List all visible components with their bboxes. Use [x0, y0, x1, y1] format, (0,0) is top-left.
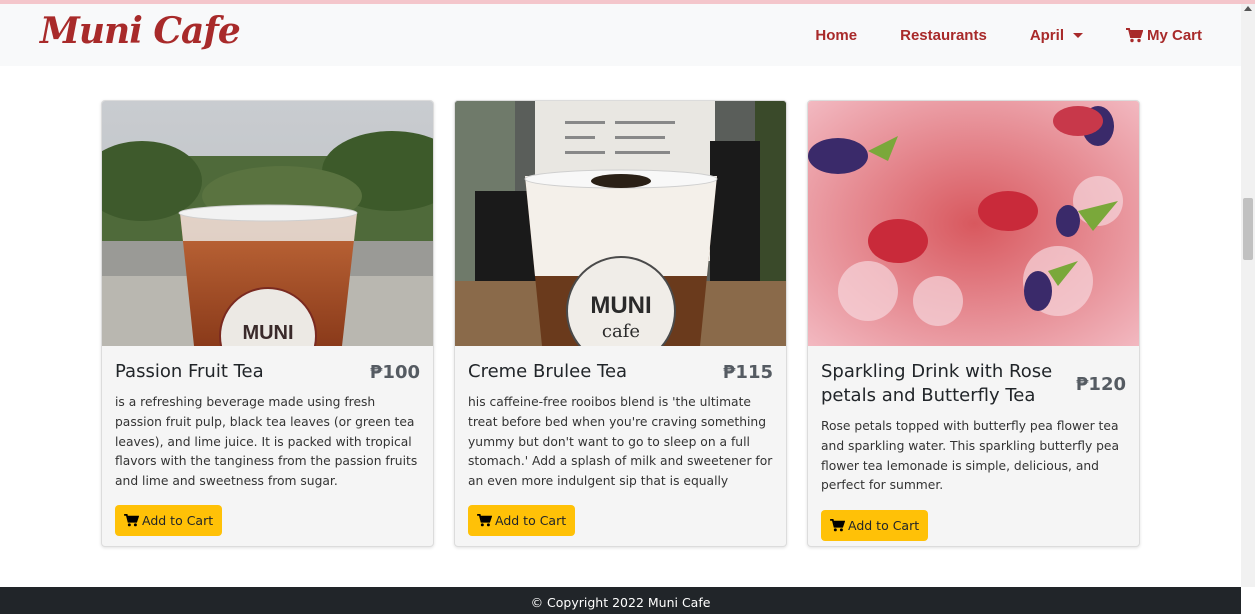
- cup-label-text: MUNI: [242, 322, 293, 344]
- caret-down-icon: [1072, 32, 1083, 38]
- product-description: his caffeine-free rooibos blend is 'the …: [468, 395, 773, 489]
- button-label: Add to Cart: [142, 513, 214, 528]
- product-card: MUNI Passion Fruit Tea ₱100 is a refresh…: [101, 100, 434, 547]
- navbar: Muni Cafe Home Restaurants April My Cart: [0, 4, 1241, 66]
- page-scrollbar[interactable]: [1241, 4, 1255, 587]
- milk-tea-photo: MUNI cafe: [455, 101, 786, 346]
- brand-logo[interactable]: Muni Cafe: [40, 10, 241, 52]
- product-price: ₱100: [369, 361, 420, 383]
- product-price: ₱115: [722, 361, 773, 383]
- product-price: ₱120: [1075, 373, 1126, 395]
- button-label: Add to Cart: [495, 513, 567, 528]
- footer-copyright: © Copyright 2022 Muni Cafe: [530, 595, 711, 610]
- cart-icon: [830, 519, 845, 532]
- add-to-cart-button[interactable]: Add to Cart: [821, 510, 929, 541]
- product-title: Passion Fruit Tea: [115, 361, 264, 382]
- cart-icon: [1125, 27, 1143, 42]
- nav-cart-link[interactable]: My Cart: [1125, 26, 1202, 44]
- cart-label: My Cart: [1146, 26, 1202, 44]
- cart-icon: [124, 514, 139, 527]
- nav-restaurants-link[interactable]: Restaurants: [900, 27, 987, 44]
- scroll-up-icon[interactable]: [1244, 6, 1252, 11]
- footer: © Copyright 2022 Muni Cafe: [0, 587, 1241, 614]
- cup-label-text: MUNI: [590, 292, 651, 319]
- iced-tea-photo: MUNI: [102, 101, 433, 346]
- product-description: Rose petals topped with butterfly pea fl…: [821, 419, 1120, 493]
- cart-icon: [477, 514, 492, 527]
- sparkling-drink-photo: [808, 101, 1139, 346]
- cup-label-subtext: cafe: [602, 321, 640, 342]
- nav-links: Home Restaurants April My Cart: [772, 4, 1202, 66]
- product-card: Sparkling Drink with Rose petals and But…: [807, 100, 1140, 547]
- product-title: Creme Brulee Tea: [468, 361, 628, 382]
- add-to-cart-button[interactable]: Add to Cart: [468, 505, 576, 536]
- nav-user-dropdown[interactable]: April: [1030, 27, 1083, 44]
- user-name: April: [1029, 26, 1064, 44]
- product-title: Sparkling Drink with Rose petals and But…: [821, 361, 1053, 406]
- scroll-thumb[interactable]: [1243, 198, 1253, 260]
- nav-home-link[interactable]: Home: [815, 27, 857, 44]
- button-label: Add to Cart: [848, 518, 920, 533]
- product-card: MUNI cafe Creme Brulee Tea ₱115 his caff…: [454, 100, 787, 547]
- product-description: is a refreshing beverage made using fres…: [115, 395, 418, 489]
- add-to-cart-button[interactable]: Add to Cart: [115, 505, 223, 536]
